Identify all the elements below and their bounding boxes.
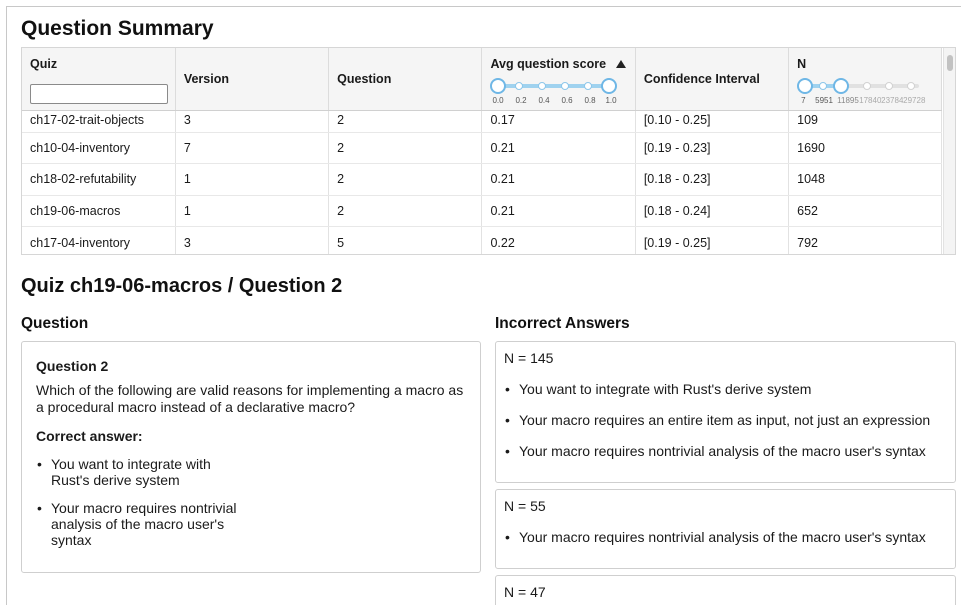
cell-quiz: ch17-04-inventory bbox=[22, 226, 176, 254]
score-slider-labels: 0.0 0.2 0.4 0.6 0.8 1.0 bbox=[492, 96, 617, 105]
slider-handle-min[interactable] bbox=[490, 78, 507, 94]
correct-answer-item: You want to integrate with Rust's derive… bbox=[36, 456, 466, 488]
score-range-slider[interactable] bbox=[490, 78, 618, 94]
incorrect-answer-card: N = 145 You want to integrate with Rust'… bbox=[495, 341, 956, 483]
cell-question: 2 bbox=[328, 195, 483, 228]
cell-version: 3 bbox=[175, 110, 330, 133]
column-header-confidence-interval[interactable]: Confidence Interval bbox=[635, 48, 790, 111]
incorrect-answer-item: Your macro requires nontrivial analysis … bbox=[504, 443, 947, 459]
app-frame: Question Summary Quiz Version Question A… bbox=[6, 6, 961, 605]
sort-ascending-icon[interactable] bbox=[616, 60, 627, 68]
column-header-question[interactable]: Question bbox=[328, 48, 483, 111]
cell-avg-score: 0.22 bbox=[481, 226, 636, 254]
cell-n: 109 bbox=[788, 110, 943, 133]
question-heading: Question bbox=[21, 315, 89, 332]
n-slider-labels: 7 5951 11895 17840 23784 29728 bbox=[801, 96, 926, 105]
table-row[interactable]: ch19-06-macros 1 2 0.21 [0.18 - 0.24] 652 bbox=[22, 195, 943, 228]
cell-version: 7 bbox=[175, 132, 330, 165]
cell-avg-score: 0.21 bbox=[481, 132, 636, 165]
cell-avg-score: 0.21 bbox=[481, 163, 636, 196]
column-header-version[interactable]: Version bbox=[175, 48, 330, 111]
column-header-n[interactable]: N 7 5951 11895 17840 23784 29728 bbox=[788, 48, 943, 111]
n-range-slider[interactable] bbox=[797, 78, 925, 94]
cell-avg-score: 0.17 bbox=[481, 110, 636, 133]
summary-title: Question Summary bbox=[21, 17, 214, 40]
cell-confidence-interval: [0.18 - 0.23] bbox=[635, 163, 790, 196]
correct-answer-heading: Correct answer: bbox=[36, 428, 143, 444]
table-scrollbar[interactable] bbox=[943, 48, 955, 254]
cell-question: 5 bbox=[328, 226, 483, 254]
cell-quiz: ch19-06-macros bbox=[22, 195, 176, 228]
cell-question: 2 bbox=[328, 110, 483, 133]
cell-n: 1690 bbox=[788, 132, 943, 165]
question-panel: Question 2 Which of the following are va… bbox=[21, 341, 481, 573]
cell-quiz: ch18-02-refutability bbox=[22, 163, 176, 196]
column-header-avg-score[interactable]: Avg question score 0.0 0.2 0.4 0.6 0.8 1… bbox=[481, 48, 636, 111]
cell-confidence-interval: [0.19 - 0.25] bbox=[635, 226, 790, 254]
scrollbar-thumb[interactable] bbox=[947, 55, 953, 71]
table-row[interactable]: ch17-04-inventory 3 5 0.22 [0.19 - 0.25] 792 bbox=[22, 226, 943, 254]
incorrect-answer-card: N = 55 Your macro requires nontrivial an… bbox=[495, 489, 956, 569]
detail-title: Quiz ch19-06-macros / Question 2 bbox=[21, 275, 343, 297]
cell-version: 1 bbox=[175, 195, 330, 228]
answer-count: N = 145 bbox=[504, 350, 554, 366]
cell-confidence-interval: [0.19 - 0.23] bbox=[635, 132, 790, 165]
cell-quiz: ch17-02-trait-objects bbox=[22, 110, 176, 133]
table-row[interactable]: ch17-02-trait-objects 3 2 0.17 [0.10 - 0.25]… bbox=[22, 110, 943, 133]
incorrect-answer-item: Your macro requires nontrivial analysis … bbox=[504, 529, 947, 545]
cell-confidence-interval: [0.10 - 0.25] bbox=[635, 110, 790, 133]
slider-handle-min[interactable] bbox=[797, 78, 814, 94]
incorrect-answer-card: N = 47 bbox=[495, 575, 956, 605]
correct-answer-item: Your macro requires nontrivial analysis … bbox=[36, 500, 466, 548]
question-label: Question 2 bbox=[36, 358, 109, 374]
question-text: Which of the following are valid reasons… bbox=[36, 382, 464, 415]
incorrect-answer-item: You want to integrate with Rust's derive… bbox=[504, 381, 947, 397]
correct-answer-list: You want to integrate with Rust's derive… bbox=[36, 456, 466, 548]
answer-count: N = 47 bbox=[504, 584, 546, 600]
table-row[interactable]: ch18-02-refutability 1 2 0.21 [0.18 - 0.23] 1… bbox=[22, 163, 943, 196]
cell-question: 2 bbox=[328, 132, 483, 165]
cell-question: 2 bbox=[328, 163, 483, 196]
slider-handle-max[interactable] bbox=[833, 78, 850, 94]
slider-handle-max[interactable] bbox=[601, 78, 618, 94]
summary-table: Quiz Version Question Avg question score bbox=[21, 47, 956, 255]
cell-avg-score: 0.21 bbox=[481, 195, 636, 228]
cell-version: 3 bbox=[175, 226, 330, 254]
table-row[interactable]: ch10-04-inventory 7 2 0.21 [0.19 - 0.23] 1690 bbox=[22, 132, 943, 165]
cell-n: 652 bbox=[788, 195, 943, 228]
incorrect-answer-item: Your macro requires an entire item as in… bbox=[504, 412, 947, 428]
incorrect-answers-heading: Incorrect Answers bbox=[495, 315, 630, 332]
cell-n: 792 bbox=[788, 226, 943, 254]
cell-n: 1048 bbox=[788, 163, 943, 196]
cell-confidence-interval: [0.18 - 0.24] bbox=[635, 195, 790, 228]
quiz-filter-input[interactable] bbox=[30, 84, 168, 104]
column-header-quiz[interactable]: Quiz bbox=[22, 48, 176, 111]
answer-count: N = 55 bbox=[504, 498, 546, 514]
cell-quiz: ch10-04-inventory bbox=[22, 132, 176, 165]
cell-version: 1 bbox=[175, 163, 330, 196]
